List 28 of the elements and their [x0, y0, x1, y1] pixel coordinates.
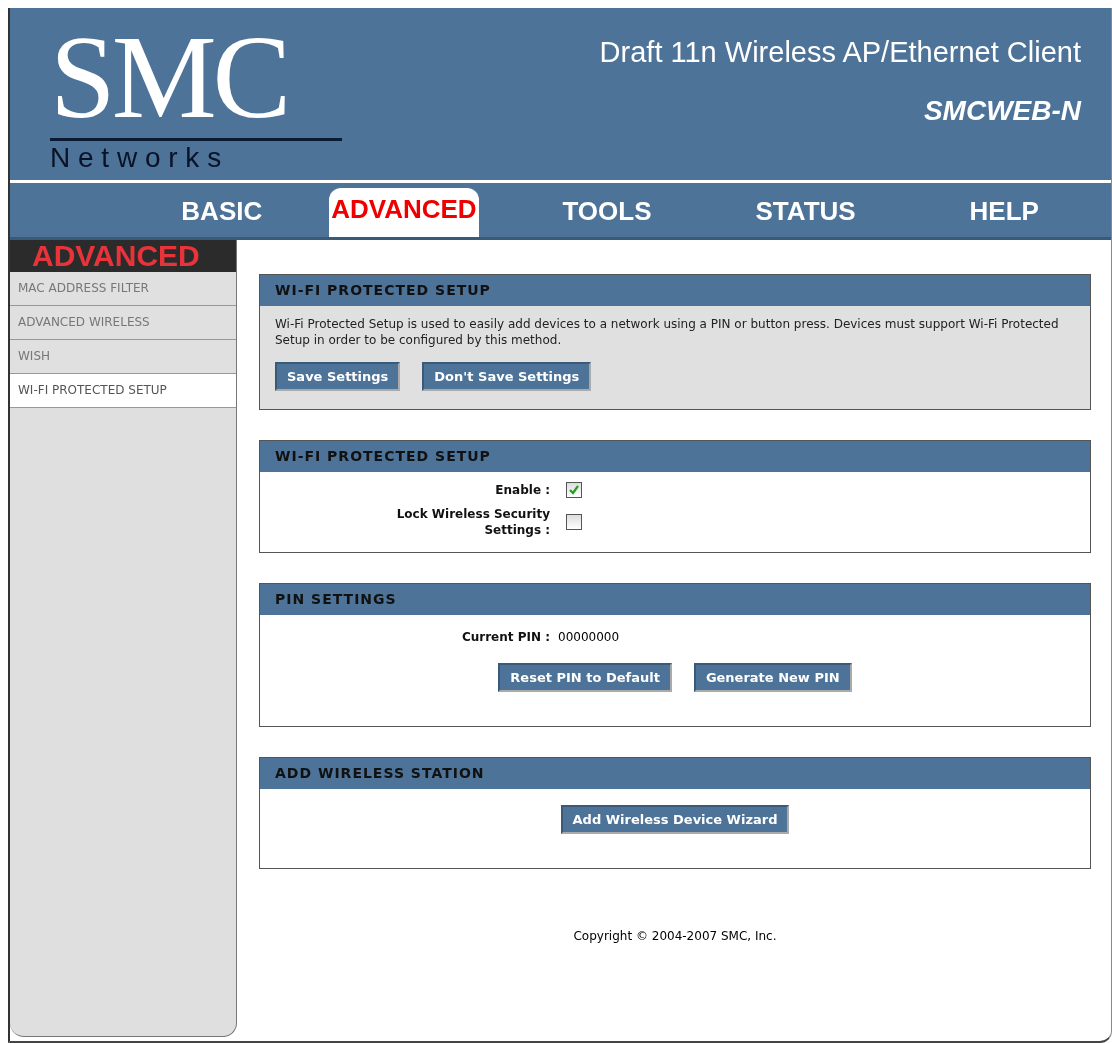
action-button[interactable]: Reset PIN to Default — [498, 663, 672, 692]
model-name: SMCWEB-N — [923, 95, 1081, 127]
section-header: ADD WIRELESS STATION — [260, 758, 1090, 789]
description-text: Wi-Fi Protected Setup is used to easily add devices to a network using a PIN or button press. Devices must support Wi-Fi Protected Setup in order to be configured by this method. — [275, 316, 1060, 348]
checkbox[interactable] — [566, 514, 582, 530]
action-button[interactable]: Generate New PIN — [693, 663, 852, 692]
sidebar-title: ADVANCED — [10, 240, 236, 272]
logo-text: SMC — [50, 30, 289, 126]
nav-tab[interactable]: ADVANCED — [328, 188, 480, 237]
section-header: WI-FI PROTECTED SETUP — [260, 275, 1090, 306]
pin-value: 00000000 — [558, 630, 620, 644]
product-title: Draft 11n Wireless AP/Ethernet Client — [599, 36, 1081, 69]
logo-subtitle: N e t w o r k s — [50, 141, 223, 175]
sidebar-item[interactable]: WI-FI PROTECTED SETUP — [10, 374, 236, 408]
nav-tab[interactable]: BASIC — [130, 190, 314, 237]
action-button[interactable]: Don't Save Settings — [422, 362, 592, 391]
wizard-button[interactable]: Add Wireless Device Wizard — [560, 805, 790, 834]
field-label: Current PIN : — [460, 629, 550, 645]
nav-tab[interactable]: TOOLS — [515, 190, 699, 237]
checkbox[interactable] — [566, 482, 582, 498]
copyright-text: Copyright © 2004-2007 SMC, Inc. — [572, 929, 778, 943]
section-header: WI-FI PROTECTED SETUP — [260, 441, 1090, 472]
field-label: Lock Wireless Security Settings : — [395, 506, 550, 538]
nav-tab[interactable]: HELP — [912, 190, 1096, 237]
action-button[interactable]: Save Settings — [275, 362, 401, 391]
section-header: PIN SETTINGS — [260, 584, 1090, 615]
nav-tab[interactable]: STATUS — [713, 190, 898, 237]
field-label: Enable : — [494, 482, 550, 498]
